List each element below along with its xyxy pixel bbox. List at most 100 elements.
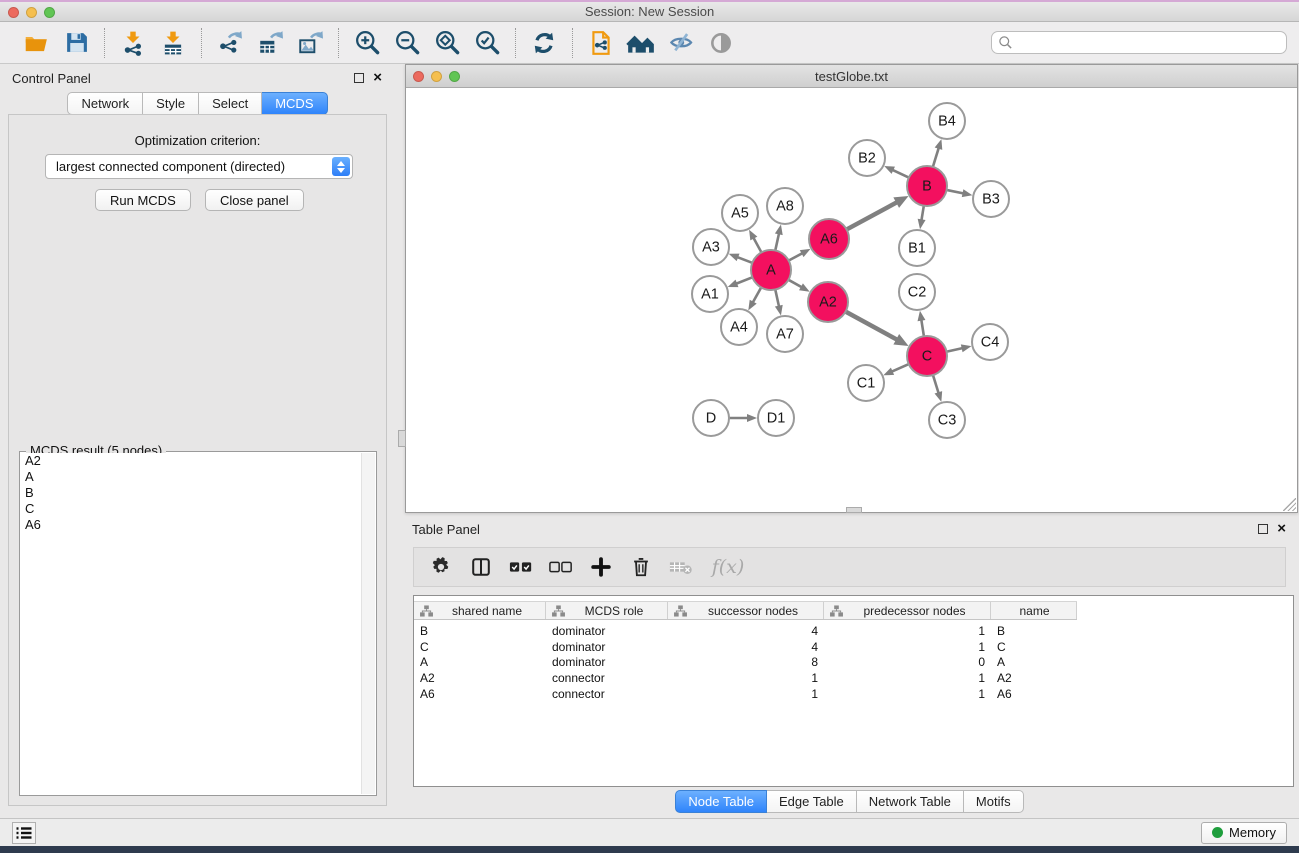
network-window-titlebar[interactable]: testGlobe.txt (406, 65, 1297, 88)
mcds-result-item[interactable]: A (21, 469, 361, 485)
close-panel-icon[interactable]: × (373, 73, 382, 83)
table-cell[interactable]: connector (546, 671, 668, 685)
graph-edge-A-A4[interactable] (752, 286, 762, 304)
graph-node-C2[interactable]: C2 (899, 274, 935, 310)
graph-edge-A-A7[interactable] (775, 288, 779, 308)
table-cell[interactable]: 4 (668, 640, 824, 654)
table-cell[interactable]: B (991, 624, 1077, 638)
tab-edge-table[interactable]: Edge Table (767, 790, 857, 813)
zoom-out-icon[interactable] (391, 27, 423, 59)
table-cell[interactable]: A (991, 655, 1077, 669)
graph-node-A7[interactable]: A7 (767, 316, 803, 352)
float-table-panel-icon[interactable] (1258, 524, 1268, 534)
table-cell[interactable]: 1 (824, 671, 991, 685)
import-table-icon[interactable] (157, 27, 189, 59)
result-scrollbar[interactable] (361, 453, 375, 794)
table-cell[interactable]: 1 (824, 687, 991, 701)
graph-node-B3[interactable]: B3 (973, 181, 1009, 217)
tab-motifs[interactable]: Motifs (964, 790, 1024, 813)
graph-edge-A6-B[interactable] (845, 202, 898, 231)
zoom-in-icon[interactable] (351, 27, 383, 59)
graph-node-B1[interactable]: B1 (899, 230, 935, 266)
column-header-successor-nodes[interactable]: successor nodes (668, 602, 824, 619)
graph-edge-C-C3[interactable] (932, 373, 939, 394)
table-cell[interactable]: 4 (668, 624, 824, 638)
select-all-icon[interactable] (508, 554, 534, 580)
delete-table-icon[interactable] (668, 554, 694, 580)
graph-node-C3[interactable]: C3 (929, 402, 965, 438)
memory-button[interactable]: Memory (1201, 822, 1287, 844)
add-column-icon[interactable] (588, 554, 614, 580)
table-cell[interactable]: A2 (991, 671, 1077, 685)
table-row[interactable]: A6connector11A6 (414, 686, 1293, 702)
hide-panel-icon[interactable] (665, 27, 697, 59)
export-table-icon[interactable] (254, 27, 286, 59)
graph-node-A[interactable]: A (751, 250, 791, 290)
graph-node-B4[interactable]: B4 (929, 103, 965, 139)
graph-node-D1[interactable]: D1 (758, 400, 794, 436)
graph-edge-A-A8[interactable] (775, 232, 779, 252)
mcds-result-item[interactable]: B (21, 485, 361, 501)
table-cell[interactable]: 1 (668, 671, 824, 685)
zoom-fit-icon[interactable] (431, 27, 463, 59)
float-panel-icon[interactable] (354, 73, 364, 83)
graph-node-A4[interactable]: A4 (721, 309, 757, 345)
graph-edge-B-B3[interactable] (945, 190, 965, 194)
deselect-all-icon[interactable] (548, 554, 574, 580)
table-cell[interactable]: 1 (824, 624, 991, 638)
graph-edge-A-A1[interactable] (735, 277, 754, 285)
table-cell[interactable]: 0 (824, 655, 991, 669)
table-cell[interactable]: dominator (546, 624, 668, 638)
home-icon[interactable] (625, 27, 657, 59)
tab-network-table[interactable]: Network Table (857, 790, 964, 813)
criterion-select[interactable]: largest connected component (directed) (45, 154, 353, 179)
graph-node-A6[interactable]: A6 (809, 219, 849, 259)
export-image-icon[interactable] (294, 27, 326, 59)
table-cell[interactable]: 1 (824, 640, 991, 654)
mcds-result-item[interactable]: A2 (21, 453, 361, 469)
table-cell[interactable]: 8 (668, 655, 824, 669)
graph-edge-C-C1[interactable] (891, 363, 911, 372)
canvas-vscroll-thumb[interactable] (398, 430, 406, 447)
graph-node-B[interactable]: B (907, 166, 947, 206)
mcds-result-item[interactable]: A6 (21, 517, 361, 533)
export-network-icon[interactable] (214, 27, 246, 59)
zoom-selected-icon[interactable] (471, 27, 503, 59)
canvas-hscroll-thumb[interactable] (846, 507, 862, 513)
mcds-result-item[interactable]: C (21, 501, 361, 517)
graph-edge-A2-C[interactable] (844, 311, 898, 341)
delete-icon[interactable] (628, 554, 654, 580)
column-header-name[interactable]: name (991, 602, 1077, 619)
tab-network[interactable]: Network (67, 92, 143, 115)
table-cell[interactable]: B (414, 624, 546, 638)
task-history-button[interactable] (12, 822, 36, 844)
table-cell[interactable]: 1 (668, 687, 824, 701)
tab-node-table[interactable]: Node Table (675, 790, 767, 813)
column-header-shared-name[interactable]: shared name (414, 602, 546, 619)
table-cell[interactable]: A2 (414, 671, 546, 685)
table-row[interactable]: Cdominator41C (414, 639, 1293, 655)
window-resize-grip[interactable] (1283, 498, 1296, 511)
import-network-icon[interactable] (117, 27, 149, 59)
tab-select[interactable]: Select (199, 92, 262, 115)
search-input[interactable] (991, 31, 1287, 54)
table-cell[interactable]: C (414, 640, 546, 654)
save-session-icon[interactable] (60, 27, 92, 59)
mcds-result-list[interactable]: A2ABCA6 (21, 453, 361, 794)
graph-node-A5[interactable]: A5 (722, 195, 758, 231)
gear-icon[interactable] (428, 554, 454, 580)
open-file-icon[interactable] (20, 27, 52, 59)
table-row[interactable]: Adominator80A (414, 655, 1293, 671)
close-table-panel-icon[interactable]: × (1277, 524, 1286, 534)
graph-node-A3[interactable]: A3 (693, 229, 729, 265)
table-row[interactable]: A2connector11A2 (414, 670, 1293, 686)
table-cell[interactable]: dominator (546, 655, 668, 669)
table-cell[interactable]: A6 (414, 687, 546, 701)
table-cell[interactable]: A (414, 655, 546, 669)
graph-edge-B-B4[interactable] (932, 147, 939, 169)
network-canvas[interactable]: AA1A2A3A4A5A6A7A8BB1B2B3B4CC1C2C3C4DD1 (406, 88, 1297, 512)
graph-node-B2[interactable]: B2 (849, 140, 885, 176)
graph-edge-B-B2[interactable] (891, 169, 910, 178)
table-cell[interactable]: dominator (546, 640, 668, 654)
columns-icon[interactable] (468, 554, 494, 580)
